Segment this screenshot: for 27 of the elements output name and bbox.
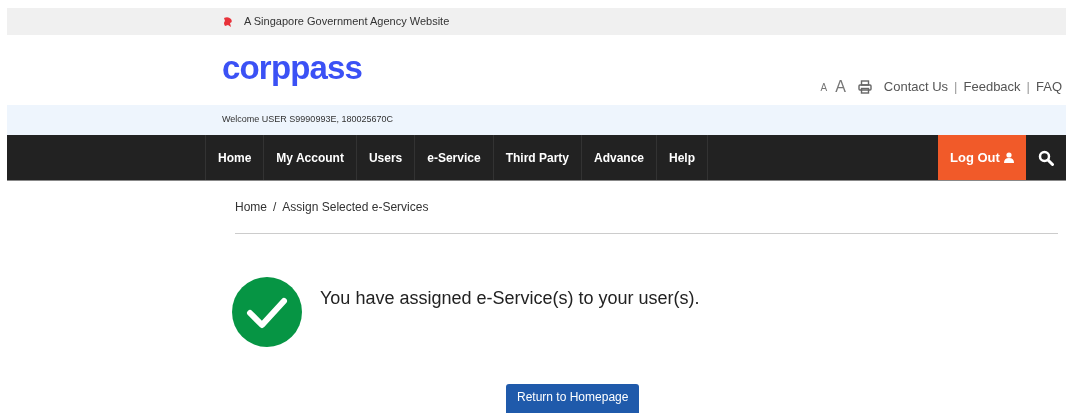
search-icon	[1038, 149, 1054, 166]
breadcrumb-separator: /	[273, 199, 277, 216]
logo[interactable]: corppass	[222, 49, 363, 87]
nav-item[interactable]: Home	[206, 135, 265, 180]
nav-item[interactable]: Help	[657, 135, 709, 180]
user-icon	[1003, 152, 1014, 163]
header-link[interactable]: FAQ	[1036, 77, 1062, 97]
nav-item[interactable]: Advance	[582, 135, 658, 180]
lion-icon	[222, 15, 234, 28]
link-separator: |	[1026, 78, 1030, 97]
print-icon[interactable]	[857, 80, 872, 94]
return-to-homepage-button[interactable]: Return to Homepage	[506, 384, 640, 413]
nav-item[interactable]: e-Service	[415, 135, 494, 180]
breadcrumb-link[interactable]: Home	[235, 198, 267, 216]
success-check-icon	[231, 277, 303, 347]
current-page-title: Assign Selected e-Services	[282, 199, 429, 216]
header-link[interactable]: Contact Us	[883, 77, 949, 97]
success-message: You have assigned e-Service(s) to your user(s).	[320, 287, 700, 310]
welcome-text: Welcome USER S9990993E, 180025670C	[222, 113, 393, 127]
link-separator: |	[954, 78, 958, 97]
increase-font-button[interactable]: A	[835, 75, 846, 99]
nav-item[interactable]: My Account	[264, 135, 357, 180]
nav-item[interactable]: Users	[356, 135, 416, 180]
nav-item[interactable]: Third Party	[493, 135, 582, 180]
header-link[interactable]: Feedback	[963, 77, 1021, 97]
masthead-text: A Singapore Government Agency Website	[244, 14, 450, 30]
decrease-font-button[interactable]: A	[820, 79, 828, 95]
